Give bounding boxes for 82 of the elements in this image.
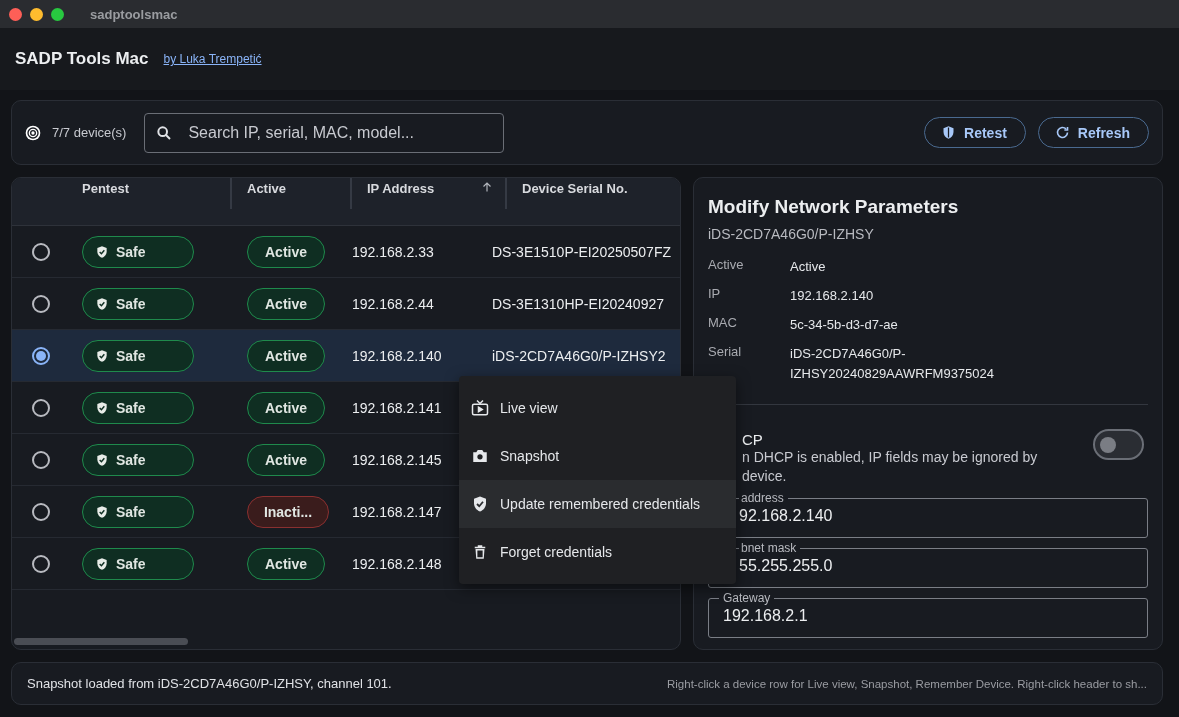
shield-check-icon xyxy=(95,400,109,415)
search-icon xyxy=(156,124,173,141)
column-header[interactable]: Pentest xyxy=(82,181,129,196)
shield-icon xyxy=(941,125,957,140)
detail-value: 192.168.2.140 xyxy=(790,287,875,305)
column-header[interactable]: Active xyxy=(247,181,287,196)
scrollbar-thumb[interactable] xyxy=(14,638,188,645)
status-badge: Active xyxy=(247,391,325,424)
tv-play-icon xyxy=(471,399,489,417)
status-badge: Active xyxy=(247,287,325,320)
table-cell: DS-3E1310HP-EI20240927 xyxy=(492,295,664,312)
safe-badge: Safe xyxy=(82,443,194,476)
status-hint: Right-click a device row for Live view, Snapshot, Remember Device. Right-click header to sh... xyxy=(667,677,1147,690)
panel-title: Modify Network Parameters xyxy=(708,196,960,218)
shield-check-icon xyxy=(95,244,109,259)
radio-button[interactable] xyxy=(32,502,50,521)
table-cell: 192.168.2.141 xyxy=(352,399,442,416)
table-cell: DS-3E1510P-EI20250507FZ xyxy=(492,243,671,260)
status-badge: Active xyxy=(247,443,325,476)
safe-badge: Safe xyxy=(82,339,194,372)
column-header[interactable]: Device Serial No. xyxy=(522,181,628,196)
maximize-button[interactable] xyxy=(51,7,64,21)
shield-check-icon xyxy=(95,556,109,571)
table-cell: 192.168.2.145 xyxy=(352,451,442,468)
safe-badge: Safe xyxy=(82,391,194,424)
table-cell: 192.168.2.140 xyxy=(352,347,442,364)
detail-value: Active xyxy=(790,258,827,276)
radio-button[interactable] xyxy=(32,294,50,313)
detail-label: MAC xyxy=(708,315,738,332)
device-count: 7/7 device(s) xyxy=(52,125,127,140)
radio-button[interactable] xyxy=(32,398,50,417)
menu-item[interactable]: Update remembered credentials xyxy=(459,480,736,528)
status-badge: Active xyxy=(247,339,325,372)
shield-check-icon xyxy=(95,452,109,467)
safe-badge: Safe xyxy=(82,547,194,580)
refresh-icon xyxy=(1054,125,1070,140)
radar-icon xyxy=(25,124,41,141)
status-badge: Inacti... xyxy=(247,495,329,528)
table-cell: 192.168.2.148 xyxy=(352,555,442,572)
radio-button[interactable] xyxy=(32,554,50,573)
author-link[interactable]: by Luka Trempetić xyxy=(163,52,262,66)
column-header[interactable]: IP Address xyxy=(367,181,435,196)
safe-badge: Safe xyxy=(82,495,194,528)
dhcp-description: device. xyxy=(742,467,788,486)
dhcp-description: n DHCP is enabled, IP fields may be ignored by xyxy=(742,448,1038,467)
radio-button[interactable] xyxy=(32,346,50,365)
detail-label: Active xyxy=(708,257,745,274)
radio-button[interactable] xyxy=(32,242,50,261)
close-button[interactable] xyxy=(9,7,22,21)
field-label: Gateway xyxy=(722,592,772,605)
table-cell: 192.168.2.44 xyxy=(352,295,434,312)
table-row[interactable]: Safe Active 192.168.2.140 iDS-2CD7A46G0/P-IZHSY2 xyxy=(12,330,680,382)
detail-label: Serial xyxy=(708,344,743,361)
field-label: address xyxy=(740,492,785,505)
detail-value: iDS-2CD7A46G0/P-IZHSY20240829AAWRFM9375024 xyxy=(790,345,996,383)
safe-badge: Safe xyxy=(82,287,194,320)
status-badge: Active xyxy=(247,547,325,580)
table-cell: 192.168.2.147 xyxy=(352,503,442,520)
table-cell: 192.168.2.33 xyxy=(352,243,434,260)
sort-arrow-icon[interactable] xyxy=(481,181,493,193)
table-cell: iDS-2CD7A46G0/P-IZHSY2 xyxy=(492,347,666,364)
detail-label: IP xyxy=(708,286,722,303)
shield-check-icon xyxy=(95,504,109,519)
app-title: SADP Tools Mac xyxy=(15,49,149,69)
dhcp-title: CP xyxy=(742,431,764,448)
field-label: bnet mask xyxy=(740,542,798,555)
search-field[interactable]: Search IP, serial, MAC, model... xyxy=(144,112,505,153)
input-field[interactable]: Gateway 192.168.2.1 xyxy=(708,592,1148,638)
panel-subtitle: iDS-2CD7A46G0/P-IZHSY xyxy=(708,226,875,242)
status-badge: Active xyxy=(247,235,325,268)
shield-check-icon xyxy=(95,296,109,311)
shield-check-icon xyxy=(471,495,489,513)
camera-icon xyxy=(471,447,489,465)
window-title: sadptoolsmac xyxy=(90,6,178,22)
minimize-button[interactable] xyxy=(30,7,43,21)
shield-check-icon xyxy=(95,348,109,363)
detail-value: 5c-34-5b-d3-d7-ae xyxy=(790,316,899,334)
table-row[interactable]: Safe Active 192.168.2.33 DS-3E1510P-EI20250507FZ xyxy=(12,226,680,278)
radio-button[interactable] xyxy=(32,450,50,469)
status-message: Snapshot loaded from iDS-2CD7A46G0/P-IZHSY, channel 101. xyxy=(27,676,392,691)
dhcp-toggle[interactable] xyxy=(1093,429,1144,460)
safe-badge: Safe xyxy=(82,235,194,268)
